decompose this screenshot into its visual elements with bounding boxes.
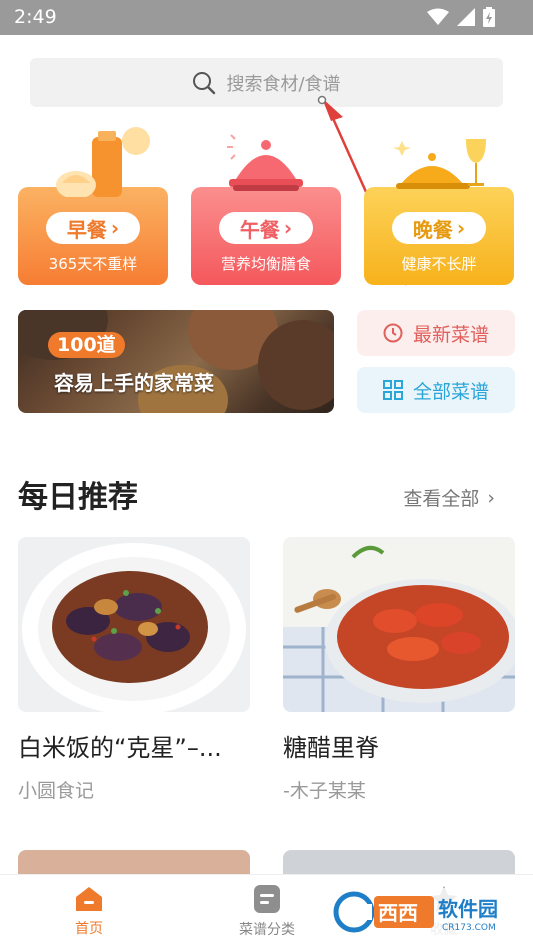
meal-card-breakfast[interactable]: 早餐 › 365天不重样 <box>18 127 168 285</box>
clock-icon <box>383 323 403 343</box>
see-all-label: 查看全部 <box>403 488 480 510</box>
breakfast-button[interactable]: 早餐 › <box>46 212 140 244</box>
breakfast-subtitle: 365天不重样 <box>48 255 138 273</box>
lunch-label: 午餐 <box>239 217 280 242</box>
meal-card-dinner[interactable]: 晚餐 › 健康不长胖 <box>364 127 514 285</box>
home-cooking-banner[interactable]: 100道 容易上手的家常菜 <box>18 310 334 413</box>
banner-dish <box>258 320 334 410</box>
lunch-button[interactable]: 午餐 › <box>219 212 313 244</box>
chevron-right-icon: › <box>110 216 120 240</box>
dinner-subtitle: 健康不长胖 <box>401 255 477 273</box>
latest-recipes-button[interactable]: 最新菜谱 <box>357 310 515 356</box>
all-recipes-button[interactable]: 全部菜谱 <box>357 367 515 413</box>
recipe-title[interactable]: 糖醋里脊 <box>283 728 515 763</box>
meal-card-lunch[interactable]: 午餐 › 营养均衡膳食 <box>191 127 341 285</box>
dinner-label: 晚餐 <box>412 217 453 242</box>
grid-icon <box>382 380 403 400</box>
tab-label: 菜谱分类 <box>239 922 295 938</box>
see-all-link[interactable]: 查看全部 › <box>403 484 495 511</box>
chevron-right-icon: › <box>487 486 495 509</box>
home-icon <box>76 887 102 911</box>
tab-home[interactable]: 首页 <box>0 875 178 948</box>
svg-text:CR173.COM: CR173.COM <box>442 923 496 933</box>
breakfast-label: 早餐 <box>66 217 107 242</box>
sweet-sour-pork-image <box>283 545 515 712</box>
recipe-image[interactable] <box>283 537 515 712</box>
eggplant-dish-image <box>22 543 246 712</box>
recipe-title[interactable]: 白米饭的“克星”–... <box>18 728 250 763</box>
site-watermark: 西西 软件园 CR173.COM <box>332 886 522 938</box>
banner-tag: 100道 <box>48 332 125 358</box>
svg-text:西西: 西西 <box>378 901 418 925</box>
section-title: 每日推荐 <box>18 480 138 515</box>
latest-recipes-label: 最新菜谱 <box>412 323 489 346</box>
tab-label: 首页 <box>75 921 103 937</box>
svg-text:软件园: 软件园 <box>438 897 498 921</box>
dinner-icon <box>393 139 486 189</box>
dinner-button[interactable]: 晚餐 › <box>392 212 486 244</box>
tab-category[interactable]: 菜谱分类 <box>178 875 356 948</box>
lunch-subtitle: 营养均衡膳食 <box>220 255 311 273</box>
category-icon <box>254 885 280 913</box>
banner-title: 容易上手的家常菜 <box>54 371 214 395</box>
chevron-right-icon: › <box>456 216 466 240</box>
all-recipes-label: 全部菜谱 <box>412 380 489 403</box>
chevron-right-icon: › <box>283 216 293 240</box>
watermark-logo: 西西 软件园 CR173.COM <box>332 888 522 936</box>
recipe-author: -木子某某 <box>283 780 366 802</box>
recipe-author: 小圆食记 <box>18 780 95 802</box>
recipe-image[interactable] <box>18 537 250 712</box>
lunch-icon <box>227 134 303 191</box>
breakfast-icon <box>56 127 150 197</box>
